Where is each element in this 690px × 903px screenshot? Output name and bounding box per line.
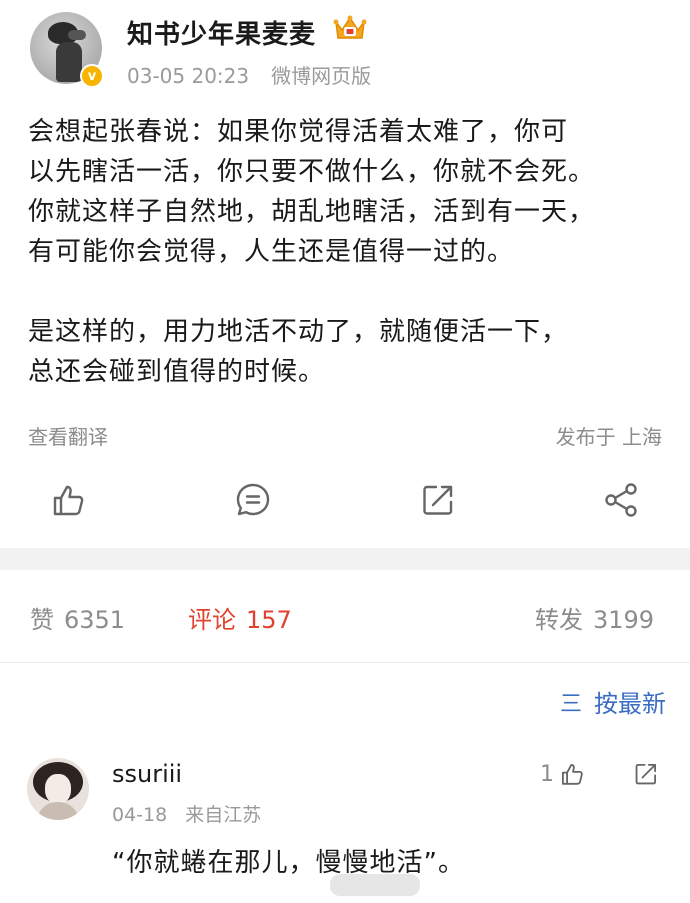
- divider-line: [0, 662, 690, 663]
- tab-reposts-count: 3199: [593, 606, 655, 634]
- comment-like-button[interactable]: 1: [540, 760, 586, 788]
- share-icon[interactable]: [602, 480, 642, 520]
- post-source: 微博网页版: [271, 64, 372, 88]
- tab-reposts-label: 转发: [535, 606, 583, 634]
- post-date: 03-05 20:23: [127, 64, 250, 88]
- post-location: 发布于 上海: [555, 425, 662, 449]
- post-body: 会想起张春说：如果你觉得活着太难了，你可 以先瞎活一活，你只要不做什么，你就不会…: [28, 112, 668, 392]
- post-line: 会想起张春说：如果你觉得活着太难了，你可: [28, 117, 569, 147]
- tab-likes-label: 赞: [30, 606, 54, 634]
- commenter-avatar[interactable]: [27, 758, 89, 820]
- post-meta: 03-05 20:23 微博网页版: [127, 60, 393, 89]
- tab-comments-label: 评论: [188, 606, 236, 634]
- comment-icon[interactable]: [233, 480, 273, 520]
- tab-likes[interactable]: 赞 6351: [30, 600, 125, 635]
- section-divider: [0, 548, 690, 570]
- like-icon[interactable]: [48, 480, 88, 520]
- tab-reposts[interactable]: 转发 3199: [535, 600, 654, 635]
- post-line: 是这样的，用力地活不动了，就随便活一下，: [28, 317, 569, 347]
- tab-comments-count: 157: [246, 606, 292, 634]
- post-line: 以先瞎活一活，你只要不做什么，你就不会死。: [28, 157, 596, 187]
- comment-location: 来自江苏: [185, 804, 262, 826]
- verified-badge-icon: v: [80, 64, 104, 88]
- tab-likes-count: 6351: [64, 606, 126, 634]
- avatar-body: [37, 802, 79, 820]
- tab-comments[interactable]: 评论 157: [188, 600, 292, 635]
- action-bar: [0, 470, 690, 530]
- post-line: 有可能你会觉得，人生还是值得一过的。: [28, 237, 515, 267]
- sort-icon: 三: [559, 691, 582, 717]
- crown-badge-icon[interactable]: [332, 12, 368, 44]
- thumb-up-icon: [561, 763, 583, 785]
- comment-meta: 04-18 来自江苏: [112, 800, 279, 827]
- avatar-face: [68, 30, 86, 40]
- translate-link[interactable]: 查看翻译: [28, 421, 108, 450]
- avatar-face: [45, 774, 71, 804]
- post-line: 总还会碰到值得的时候。: [28, 357, 326, 387]
- sort-label: 按最新: [594, 690, 666, 718]
- author-name[interactable]: 知书少年果麦麦: [127, 14, 316, 51]
- watermark: [330, 874, 420, 896]
- forward-icon[interactable]: [418, 480, 458, 520]
- comment-date: 04-18: [112, 804, 168, 826]
- stats-tabs: 赞 6351 评论 157 转发 3199: [0, 570, 690, 664]
- avatar-body: [56, 42, 82, 82]
- comment-like-count: 1: [540, 761, 554, 787]
- commenter-name[interactable]: ssuriii: [112, 760, 182, 788]
- comment-forward-icon[interactable]: [632, 760, 660, 788]
- sort-newest-button[interactable]: 三按最新: [560, 684, 666, 719]
- post-line: 你就这样子自然地，胡乱地瞎活，活到有一天，: [28, 197, 596, 227]
